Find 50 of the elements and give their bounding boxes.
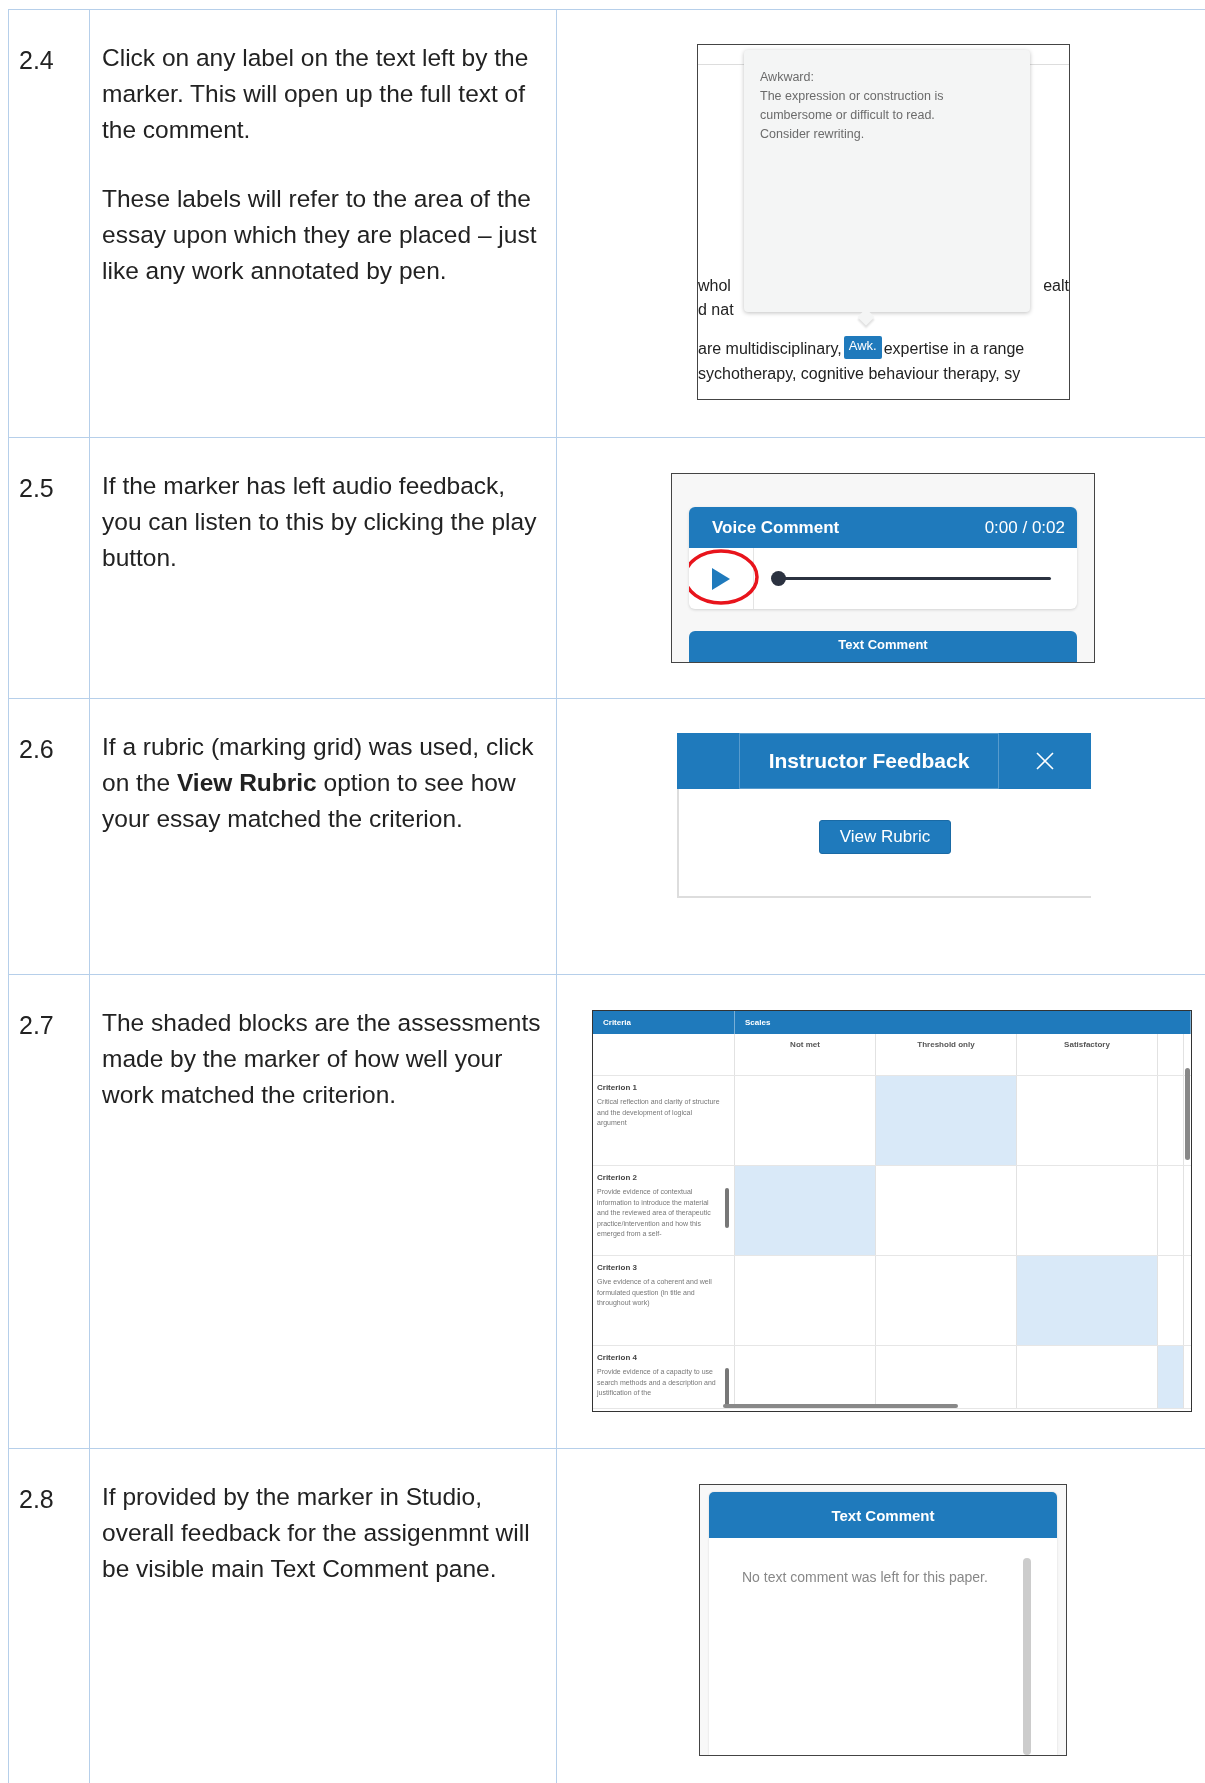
criterion-name: Criterion 4 [597,1353,638,1362]
card-title: Text Comment [831,1506,935,1524]
essay-text: sychotherapy, cognitive behaviour therapy, sy [698,365,1021,383]
step-number: 2.5 [19,473,55,504]
comment-title: Awkward: [760,69,815,86]
view-rubric-button[interactable]: View Rubric [818,820,952,854]
step-number: 2.8 [19,1484,55,1515]
essay-text: whol [698,277,731,295]
card-title: Voice Comment [712,517,840,538]
scrollbar[interactable] [1023,1558,1031,1755]
feedback-title: Instructor Feedback [739,733,999,789]
criterion-name: Criterion 1 [597,1083,638,1092]
play-icon[interactable] [712,567,730,590]
slider-thumb[interactable] [771,571,786,586]
essay-text: d nat [698,301,734,319]
comment-text: cumbersome or difficult to read. [760,107,936,124]
audio-slider[interactable] [771,571,1051,586]
essay-text: expertise in a range [883,340,1025,358]
time-display: 0:00 / 0:02 [984,517,1065,538]
comment-text: The expression or construction is [760,88,945,105]
rubric-cell[interactable] [1158,1346,1184,1408]
instruction-text: If the marker has left audio feedback, you can listen to this by clicking the play button. [102,471,538,573]
instruction-text: The shaded blocks are the assessments made by the marker of how well your work matched the criterion. [102,1008,542,1110]
essay-text: ealt [1043,277,1069,295]
rubric-cell[interactable] [735,1166,876,1255]
comment-text: Consider rewriting. [760,126,866,143]
criterion-name: Criterion 2 [597,1173,638,1182]
scale-heading: Threshold only [917,1040,975,1051]
step-number: 2.7 [19,1010,55,1041]
scales-heading: Scales [745,1018,771,1027]
scrollbar[interactable] [1185,1068,1190,1160]
criteria-heading: Criteria [603,1018,631,1027]
essay-text: are multidisciplinary, [698,340,842,358]
step-number: 2.4 [19,45,55,76]
scrollbar[interactable] [723,1404,958,1408]
scale-heading: Not met [790,1040,820,1051]
instruction-text: If a rubric (marking grid) was used, click on the View Rubric option to see how your essay matched the criterion. [102,732,535,834]
panel-title: Text Comment [838,637,928,654]
criterion-name: Criterion 3 [597,1263,638,1272]
scrollbar[interactable] [725,1188,729,1228]
instruction-text: Click on any label on the text left by the marker. This will open up the full text of the comment. [102,43,530,145]
instruction-text: These labels will refer to the area of the essay upon which they are placed – just like any work annotated by pen. [102,184,538,286]
step-number: 2.6 [19,734,55,765]
rubric-cell[interactable] [876,1076,1017,1165]
rubric-cell[interactable] [1017,1256,1158,1345]
instruction-text: If provided by the marker in Studio, overall feedback for the assigenmnt will be visible main Text Comment pane. [102,1482,531,1584]
scale-heading: Satisfactory [1064,1040,1110,1051]
comment-message: No text comment was left for this paper. [742,1568,989,1587]
close-icon[interactable] [1036,752,1054,770]
comment-tag[interactable]: Awk. [843,336,882,359]
